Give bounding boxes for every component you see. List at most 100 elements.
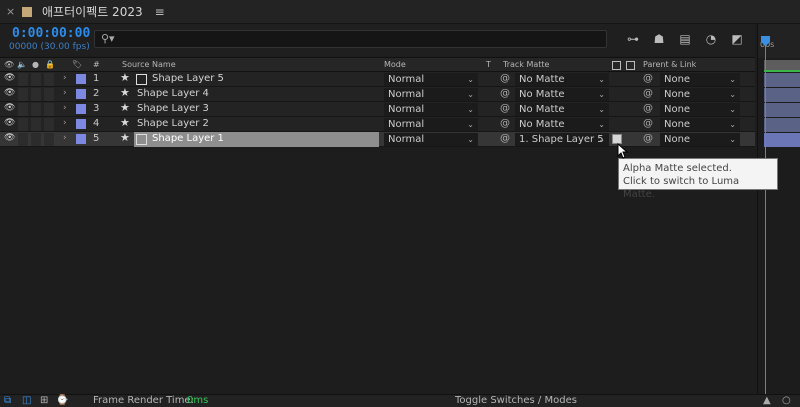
zoom-out-icon[interactable]: ▲ (763, 395, 771, 406)
lock-switch[interactable] (44, 133, 54, 146)
layer-label-color[interactable] (76, 134, 86, 144)
blend-mode-select[interactable]: Normal ⌄ (384, 133, 478, 146)
render-queue-icon[interactable]: ⧉ (4, 395, 11, 406)
layer-bar[interactable] (764, 133, 800, 147)
layer-label-color[interactable] (76, 89, 86, 99)
pick-whip-icon[interactable]: @ (500, 118, 510, 129)
solo-switch-icon[interactable]: ● (32, 60, 39, 69)
column-parent-link[interactable]: Parent & Link (643, 60, 696, 69)
layer-row[interactable]: 👁 › 3 ★ Shape Layer 3 Normal ⌄ @ No Matt… (0, 101, 755, 117)
layer-name[interactable]: Shape Layer 2 (137, 118, 209, 129)
column-source-name[interactable]: Source Name (122, 60, 176, 69)
parent-pick-whip-icon[interactable]: @ (643, 103, 653, 114)
lock-switch-icon[interactable]: 🔒 (45, 60, 55, 69)
track-matte-select[interactable]: 1. Shape Layer 5 ⌄ (515, 133, 609, 146)
expand-chevron-icon[interactable]: › (63, 73, 67, 83)
work-area-bar[interactable] (764, 60, 800, 70)
layer-label-color[interactable] (76, 119, 86, 129)
parent-pick-whip-icon[interactable]: @ (643, 73, 653, 84)
layer-search-input[interactable]: ⚲▾ (94, 30, 607, 48)
parent-select[interactable]: None ⌄ (660, 73, 740, 86)
composition-mini-flowchart-icon[interactable]: ⊶ (625, 31, 641, 47)
eye-icon[interactable]: 👁 (4, 103, 15, 113)
layer-name[interactable]: Shape Layer 3 (137, 103, 209, 114)
motion-blur-icon[interactable]: ◔ (703, 31, 719, 47)
layer-bar[interactable] (764, 88, 800, 102)
expand-chevron-icon[interactable]: › (63, 103, 67, 113)
pick-whip-icon[interactable]: @ (500, 103, 510, 114)
solo-switch[interactable] (31, 73, 41, 86)
parent-pick-whip-icon[interactable]: @ (643, 88, 653, 99)
blend-mode-select[interactable]: Normal ⌄ (384, 73, 478, 86)
panel-menu-icon[interactable]: ≡ (155, 5, 165, 19)
frame-blending-icon[interactable]: ▤ (677, 31, 693, 47)
layer-row[interactable]: 👁 › 1 ★ Shape Layer 5 Normal ⌄ @ No Matt… (0, 71, 755, 87)
timeline-area[interactable]: 00s (757, 24, 800, 394)
layer-row[interactable]: 👁 › 5 ★ Shape Layer 1 Normal ⌄ @ 1. Shap… (0, 131, 755, 147)
blend-mode-select[interactable]: Normal ⌄ (384, 88, 478, 101)
transfer-controls-icon[interactable]: ⊞ (40, 395, 48, 406)
expand-chevron-icon[interactable]: › (63, 133, 67, 143)
track-matte-select[interactable]: No Matte ⌄ (515, 118, 609, 131)
lock-switch[interactable] (44, 88, 54, 101)
composition-tab-title[interactable]: 애프터이펙트 2023 (42, 3, 143, 20)
eye-icon[interactable]: 👁 (4, 118, 15, 128)
toggle-switches-modes-button[interactable]: Toggle Switches / Modes (455, 395, 577, 406)
lock-switch[interactable] (44, 118, 54, 131)
solo-switch[interactable] (31, 103, 41, 116)
track-matte-select[interactable]: No Matte ⌄ (515, 103, 609, 116)
expand-chevron-icon[interactable]: › (63, 118, 67, 128)
audio-switch[interactable] (18, 133, 28, 146)
parent-select[interactable]: None ⌄ (660, 88, 740, 101)
audio-switch[interactable] (18, 88, 28, 101)
label-tag-icon[interactable]: 🏷 (72, 60, 82, 69)
zoom-slider-handle[interactable]: ○ (782, 395, 791, 406)
pick-whip-icon[interactable]: @ (500, 133, 510, 144)
expand-chevron-icon[interactable]: › (63, 88, 67, 98)
shy-layers-icon[interactable]: ☗ (651, 31, 667, 47)
layer-row[interactable]: 👁 › 2 ★ Shape Layer 4 Normal ⌄ @ No Matt… (0, 86, 755, 102)
lock-switch[interactable] (44, 73, 54, 86)
audio-switch[interactable] (18, 73, 28, 86)
track-matte-select[interactable]: No Matte ⌄ (515, 73, 609, 86)
blend-mode-select[interactable]: Normal ⌄ (384, 103, 478, 116)
blend-mode-select[interactable]: Normal ⌄ (384, 118, 478, 131)
layer-name[interactable]: Shape Layer 5 (152, 73, 224, 84)
parent-pick-whip-icon[interactable]: @ (643, 133, 653, 144)
pick-whip-icon[interactable]: @ (500, 73, 510, 84)
column-mode[interactable]: Mode (384, 60, 406, 69)
eye-icon[interactable]: 👁 (4, 73, 15, 83)
solo-switch[interactable] (31, 133, 41, 146)
audio-switch[interactable] (18, 103, 28, 116)
parent-pick-whip-icon[interactable]: @ (643, 118, 653, 129)
layer-label-color[interactable] (76, 104, 86, 114)
layer-bar[interactable] (764, 118, 800, 132)
layer-bar[interactable] (764, 103, 800, 117)
layer-name[interactable]: Shape Layer 1 (152, 133, 224, 144)
graph-editor-icon[interactable]: ◩ (729, 31, 745, 47)
pick-whip-icon[interactable]: @ (500, 88, 510, 99)
layer-row[interactable]: 👁 › 4 ★ Shape Layer 2 Normal ⌄ @ No Matt… (0, 116, 755, 132)
audio-switch[interactable] (18, 118, 28, 131)
track-matte-value: 1. Shape Layer 5 (519, 134, 604, 145)
solo-switch[interactable] (31, 88, 41, 101)
lock-switch[interactable] (44, 103, 54, 116)
audio-switch-icon[interactable]: 🔈 (17, 60, 27, 69)
layer-name[interactable]: Shape Layer 4 (137, 88, 209, 99)
parent-select[interactable]: None ⌄ (660, 118, 740, 131)
eye-icon[interactable]: 👁 (4, 133, 15, 143)
close-icon[interactable]: × (6, 5, 16, 18)
column-track-matte[interactable]: Track Matte (503, 60, 549, 69)
panel-title-bar: × 애프터이펙트 2023 ≡ (0, 0, 800, 24)
parent-select[interactable]: None ⌄ (660, 103, 740, 116)
layer-label-color[interactable] (76, 74, 86, 84)
layer-bar[interactable] (764, 73, 800, 87)
video-switch-icon[interactable]: 👁 (4, 60, 14, 69)
current-timecode[interactable]: 0:00:00:00 (12, 26, 90, 41)
track-matte-select[interactable]: No Matte ⌄ (515, 88, 609, 101)
eye-icon[interactable]: 👁 (4, 88, 15, 98)
layer-switches-icon[interactable]: ◫ (22, 395, 31, 406)
solo-switch[interactable] (31, 118, 41, 131)
parent-select[interactable]: None ⌄ (660, 133, 740, 146)
render-time-icon[interactable]: ⌚ (56, 395, 68, 406)
